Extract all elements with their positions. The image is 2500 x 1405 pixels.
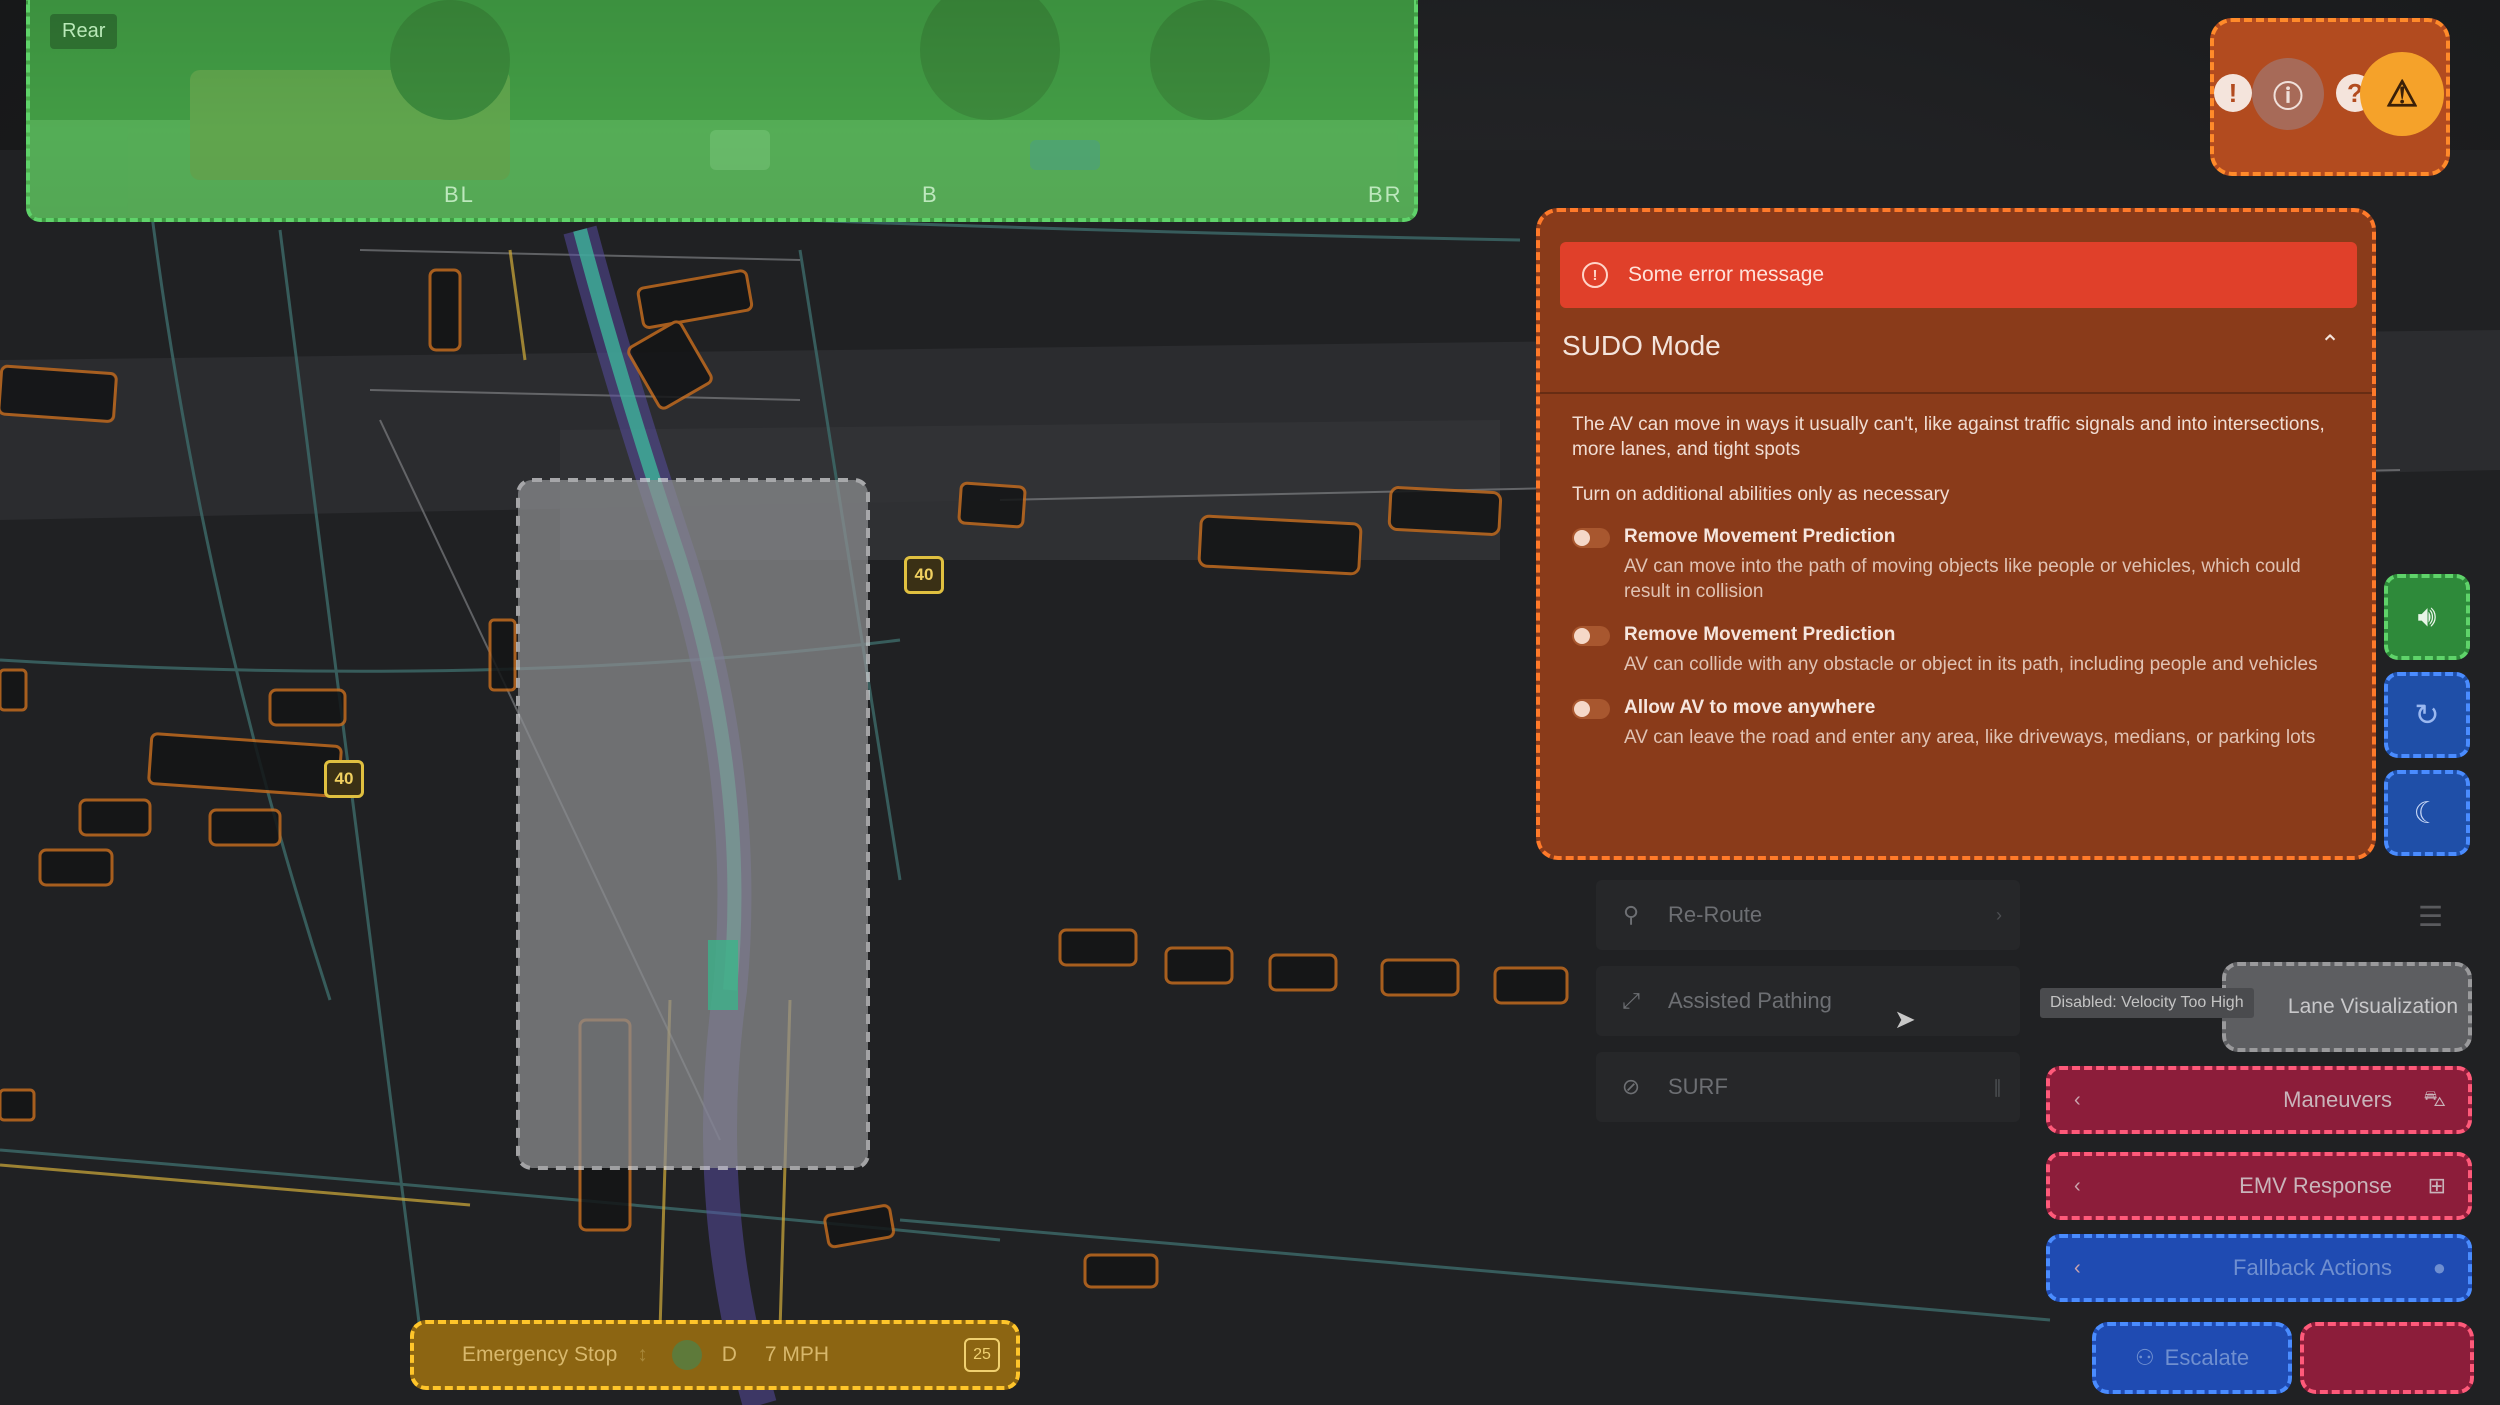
refresh-icon: ↻: [2414, 698, 2440, 732]
person-add-icon: ⚇: [2134, 1345, 2155, 1370]
panel-description: The AV can move in ways it usually can't…: [1572, 414, 2325, 460]
list-icon[interactable]: ☰: [2418, 900, 2443, 933]
chevron-right-icon: ›: [1996, 904, 2002, 925]
option-title: Allow AV to move anywhere: [1624, 697, 1876, 718]
chevron-left-icon: ‹: [2074, 1256, 2081, 1279]
gear-indicator: D: [721, 1343, 737, 1366]
divider-icon: ↕: [637, 1343, 648, 1366]
action-label: Maneuvers: [2283, 1087, 2392, 1112]
menu-item-label: Assisted Pathing: [1668, 988, 1832, 1013]
warning-triangle-icon[interactable]: ⚠: [2360, 52, 2444, 136]
menu-item-label: Re-Route: [1668, 902, 1763, 927]
camera-label-b: B: [922, 182, 939, 207]
speed-limit-sign: 40: [904, 556, 944, 594]
toggle-switch[interactable]: [1572, 528, 1610, 548]
emv-response-button[interactable]: ‹ EMV Response ⊞: [2046, 1152, 2472, 1220]
speed-readout: 7 MPH: [764, 1343, 830, 1366]
sudo-mode-panel: ! Some error message SUDO Mode ⌃ The AV …: [1536, 208, 2376, 860]
person-pin-icon: ⚲: [1622, 902, 1640, 927]
exclamation-circle-icon[interactable]: ⓘ: [2252, 58, 2324, 130]
toggle-switch[interactable]: [1572, 699, 1610, 719]
rear-camera-feed: [30, 0, 1414, 218]
moon-icon: ☾: [2413, 796, 2441, 830]
speed-limit-badge: 25: [964, 1338, 1000, 1372]
plus-box-icon: ⊞: [2427, 1173, 2446, 1198]
refresh-button[interactable]: ↻: [2384, 672, 2470, 758]
escalate-button[interactable]: ⚇ Escalate: [2092, 1322, 2292, 1394]
action-label: EMV Response: [2239, 1173, 2392, 1198]
stop-button[interactable]: [2300, 1322, 2474, 1394]
speaker-button[interactable]: 🔊︎: [2384, 574, 2470, 660]
toggle-switch[interactable]: [1572, 626, 1610, 646]
no-entry-icon: ⊘: [1621, 1074, 1641, 1099]
steering-wheel-icon: [671, 1340, 702, 1370]
surf-button[interactable]: ⊘ SURF ∥: [1596, 1052, 2020, 1122]
rear-camera-panel[interactable]: Rear BL B BR: [26, 0, 1418, 222]
dot-icon: ●: [2432, 1255, 2446, 1280]
chevron-up-icon[interactable]: ⌃: [2320, 330, 2340, 359]
camera-label-bl: BL: [444, 182, 475, 207]
pause-icon: ∥: [1993, 1076, 2002, 1097]
fallback-actions-button[interactable]: ‹ Fallback Actions ●: [2046, 1234, 2472, 1302]
mouse-cursor: ➤: [1894, 1004, 1916, 1034]
rear-camera-tag: Rear: [50, 14, 118, 49]
option-remove-movement-prediction: Remove Movement Prediction AV can move i…: [1572, 526, 2352, 604]
path-icon: ⤢: [1622, 988, 1640, 1013]
error-icon: !: [1582, 262, 1608, 288]
option-title: Remove Movement Prediction: [1624, 526, 1896, 547]
speed-limit-sign: 40: [324, 760, 364, 798]
option-description: AV can move into the path of moving obje…: [1624, 556, 2301, 602]
disabled-tooltip: Disabled: Velocity Too High: [2040, 988, 2254, 1018]
action-label: Fallback Actions: [2233, 1255, 2392, 1280]
error-message: Some error message: [1628, 263, 1825, 286]
option-allow-move-anywhere: Allow AV to move anywhere AV can leave t…: [1572, 697, 2352, 750]
night-mode-button[interactable]: ☾: [2384, 770, 2470, 856]
car-icon: ⛍: [2423, 1085, 2446, 1111]
reroute-button[interactable]: ⚲ Re-Route ›: [1596, 880, 2020, 950]
vehicle-status-bar: Emergency Stop ↕ D 7 MPH 25: [410, 1320, 1020, 1390]
alert-cluster[interactable]: ! ⓘ ? ⚠: [2210, 18, 2450, 176]
error-banner: ! Some error message: [1560, 242, 2357, 308]
lane-visualization-toggle[interactable]: Lane Visualization: [2222, 962, 2472, 1052]
option-description: AV can leave the road and enter any area…: [1624, 727, 2316, 748]
panel-title: SUDO Mode: [1562, 330, 1721, 361]
menu-item-label: SURF: [1668, 1074, 1728, 1099]
option-title: Remove Movement Prediction: [1624, 624, 1896, 645]
panel-instruction: Turn on additional abilities only as nec…: [1572, 484, 1950, 505]
escalate-label: Escalate: [2164, 1345, 2250, 1370]
option-remove-movement-prediction-2: Remove Movement Prediction AV can collid…: [1572, 624, 2352, 677]
camera-label-br: BR: [1368, 182, 1403, 207]
chevron-left-icon: ‹: [2074, 1174, 2081, 1197]
speaker-icon: 🔊︎: [2417, 600, 2437, 633]
lane-visualization-label: Lane Visualization: [2287, 995, 2458, 1018]
divider: [1540, 392, 2372, 394]
exclamation-icon[interactable]: !: [2214, 74, 2252, 112]
maneuvers-button[interactable]: ‹ Maneuvers ⛍: [2046, 1066, 2472, 1134]
assisted-pathing-button[interactable]: ⤢ Assisted Pathing: [1596, 966, 2020, 1036]
chevron-left-icon: ‹: [2074, 1088, 2081, 1111]
emergency-stop-button[interactable]: Emergency Stop: [462, 1343, 617, 1367]
option-description: AV can collide with any obstacle or obje…: [1624, 654, 2318, 675]
